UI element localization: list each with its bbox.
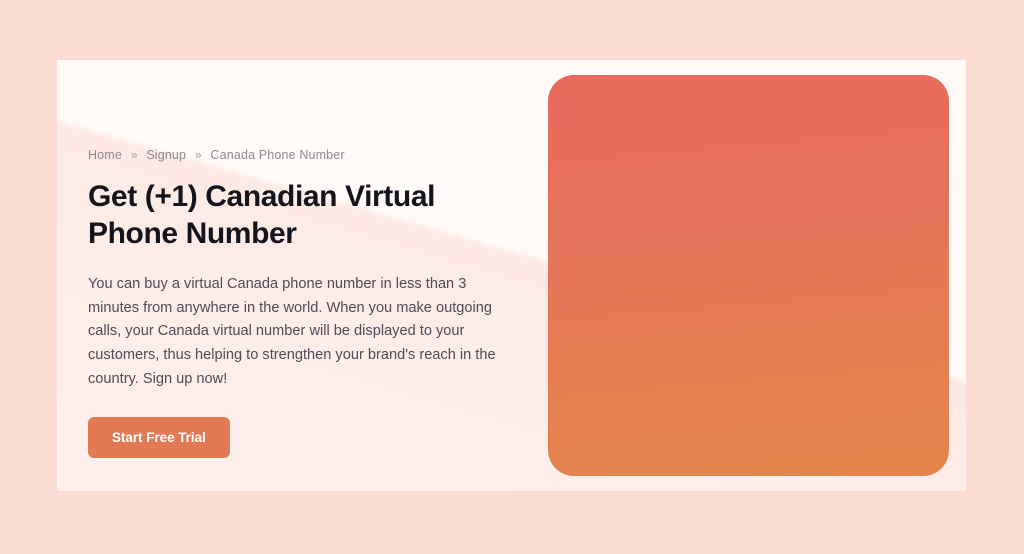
breadcrumb-item-current: Canada Phone Number [210,148,345,162]
start-free-trial-button[interactable]: Start Free Trial [88,417,230,459]
hero-description: You can buy a virtual Canada phone numbe… [88,276,496,387]
breadcrumb-separator-icon: » [194,148,202,162]
number-picker-panel: Canada Local Number Toll-free Number [548,75,949,476]
hero-card: Home » Signup » Canada Phone Number Get … [57,60,966,491]
hero-text-column: Home » Signup » Canada Phone Number Get … [88,148,518,459]
breadcrumb-separator-icon: » [130,148,138,162]
breadcrumb-item-signup[interactable]: Signup [146,148,186,162]
breadcrumb-item-home[interactable]: Home [88,148,122,162]
page-title: Get (+1) Canadian Virtual Phone Number [88,180,436,250]
breadcrumb: Home » Signup » Canada Phone Number [88,148,518,162]
page-root: Home » Signup » Canada Phone Number Get … [0,0,1024,554]
